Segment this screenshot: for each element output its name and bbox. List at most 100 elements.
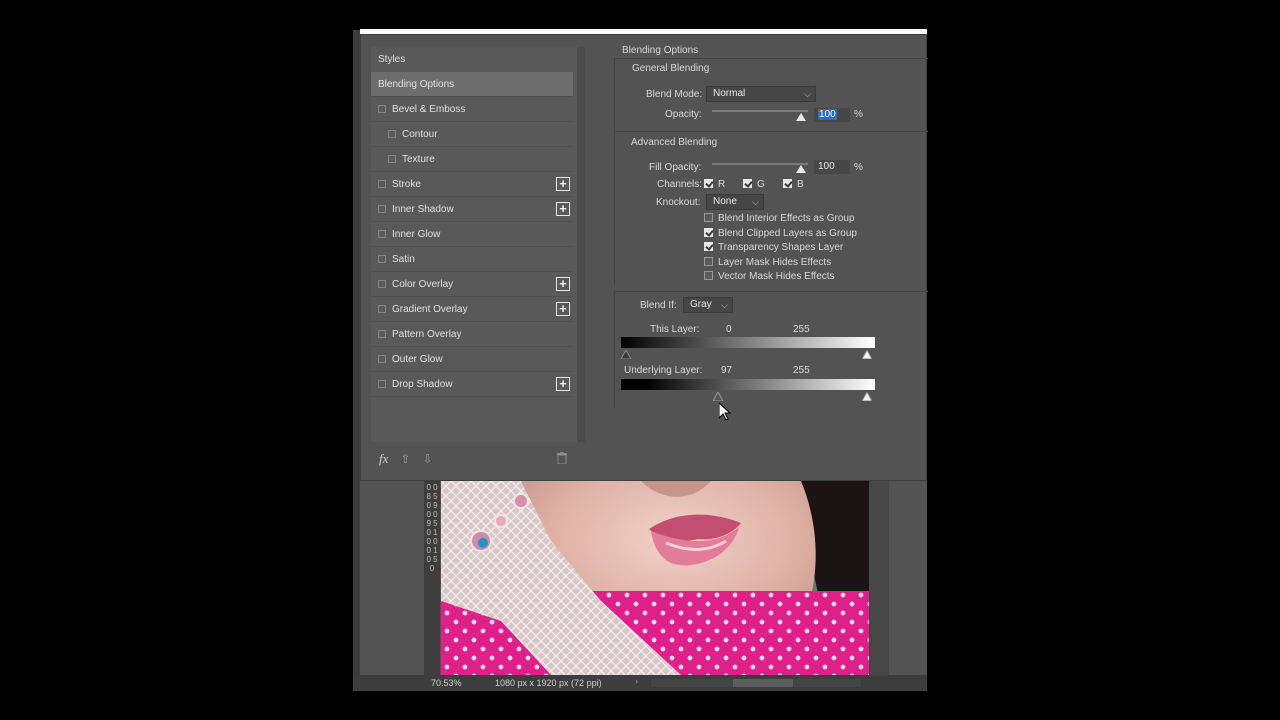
blend-if-value: Gray: [690, 299, 712, 310]
document-info: 1080 px x 1920 px (72 ppi): [495, 678, 602, 688]
channel-g-checkbox[interactable]: [743, 179, 752, 188]
style-checkbox[interactable]: [388, 155, 396, 163]
channel-b-checkbox[interactable]: [783, 179, 792, 188]
channels-label: Channels:: [657, 179, 703, 190]
vertical-ruler: 0 0 8 5 0 9 0 0 9 5 0 1 0 0 0 1 0 5 0: [424, 481, 440, 675]
knockout-select[interactable]: None ⌵: [706, 194, 764, 210]
photoshop-window: Styles Blending Options Bevel & Emboss Co…: [353, 0, 928, 691]
style-item-label: Bevel & Emboss: [392, 103, 466, 115]
style-checkbox[interactable]: [378, 205, 386, 213]
option-checkbox[interactable]: [704, 242, 713, 251]
add-icon[interactable]: +: [556, 177, 570, 191]
this-layer-low-thumb[interactable]: [620, 348, 632, 360]
status-bar: 70.53% 1080 px x 1920 px (72 ppi) ›: [353, 675, 927, 691]
channel-g-label: G: [757, 179, 765, 190]
fill-opacity-unit: %: [854, 162, 863, 173]
document-canvas[interactable]: 0 0 8 5 0 9 0 0 9 5 0 1 0 0 0 1 0 5 0: [360, 481, 927, 675]
style-checkbox[interactable]: [378, 355, 386, 363]
style-item-outer-glow[interactable]: Outer Glow: [371, 347, 573, 372]
option-label: Vector Mask Hides Effects: [718, 271, 835, 282]
blend-mode-value: Normal: [713, 88, 746, 99]
option-checkbox[interactable]: [704, 271, 713, 280]
fill-opacity-slider-thumb[interactable]: [796, 165, 806, 173]
style-checkbox[interactable]: [378, 230, 386, 238]
style-item-label: Texture: [402, 153, 435, 165]
blend-mode-select[interactable]: Normal ⌵: [706, 86, 816, 102]
style-item-contour[interactable]: Contour: [371, 122, 573, 147]
general-blending-title: General Blending: [632, 63, 710, 74]
option-checkbox[interactable]: [704, 227, 713, 237]
this-layer-gradient[interactable]: [621, 337, 875, 348]
add-icon[interactable]: +: [556, 377, 570, 391]
move-down-icon[interactable]: ⇩: [422, 452, 432, 466]
blending-options-panel: Blending Options General Blending Blend …: [606, 43, 928, 471]
style-checkbox[interactable]: [388, 130, 396, 138]
style-item-drop-shadow[interactable]: Drop Shadow +: [371, 372, 573, 397]
move-up-icon[interactable]: ⇧: [400, 452, 410, 466]
option-label: Blend Interior Effects as Group: [718, 213, 855, 224]
opacity-input[interactable]: 100: [814, 108, 850, 122]
option-checkbox[interactable]: [704, 213, 713, 222]
style-item-bevel-emboss[interactable]: Bevel & Emboss: [371, 97, 573, 122]
this-layer-high-thumb[interactable]: [861, 348, 873, 360]
fill-opacity-input[interactable]: 100: [814, 160, 850, 174]
underlying-layer-low-thumb[interactable]: [712, 390, 724, 402]
opacity-slider-thumb[interactable]: [796, 113, 806, 121]
underlying-layer-gradient[interactable]: [621, 379, 875, 390]
this-layer-low-value: 0: [726, 324, 732, 335]
channel-b-label: B: [797, 179, 804, 190]
style-item-inner-shadow[interactable]: Inner Shadow +: [371, 197, 573, 222]
add-icon[interactable]: +: [556, 302, 570, 316]
style-item-stroke[interactable]: Stroke +: [371, 172, 573, 197]
advanced-blending-title: Advanced Blending: [631, 137, 718, 148]
style-item-inner-glow[interactable]: Inner Glow: [371, 222, 573, 247]
blend-if-select[interactable]: Gray ⌵: [683, 297, 733, 313]
channel-r-checkbox[interactable]: [704, 179, 713, 188]
add-icon[interactable]: +: [556, 277, 570, 291]
zoom-level[interactable]: 70.53%: [431, 678, 462, 688]
style-item-blending-options[interactable]: Blending Options: [371, 72, 573, 97]
style-item-label: Inner Shadow: [392, 203, 454, 215]
style-checkbox[interactable]: [378, 180, 386, 188]
portrait-photo[interactable]: [441, 481, 869, 675]
style-checkbox[interactable]: [378, 280, 386, 288]
mouse-cursor-icon: [718, 401, 732, 424]
horizontal-scrollbar[interactable]: [651, 679, 861, 687]
style-item-satin[interactable]: Satin: [371, 247, 573, 272]
style-item-color-overlay[interactable]: Color Overlay +: [371, 272, 573, 297]
fill-opacity-slider[interactable]: [712, 163, 808, 165]
style-item-texture[interactable]: Texture: [371, 147, 573, 172]
styles-header[interactable]: Styles: [371, 47, 573, 72]
style-checkbox[interactable]: [378, 305, 386, 313]
option-label: Layer Mask Hides Effects: [718, 256, 832, 268]
style-checkbox[interactable]: [378, 105, 386, 113]
style-checkbox[interactable]: [378, 330, 386, 338]
this-layer-label: This Layer:: [650, 324, 700, 335]
underlying-layer-high-thumb[interactable]: [861, 390, 873, 402]
option-label: Blend Clipped Layers as Group: [718, 227, 857, 239]
style-checkbox[interactable]: [378, 255, 386, 263]
option-label: Transparency Shapes Layer: [718, 242, 844, 253]
opacity-label: Opacity:: [665, 109, 702, 120]
chevron-down-icon: ⌵: [721, 300, 728, 310]
opacity-slider[interactable]: [712, 110, 808, 112]
style-item-label: Gradient Overlay: [392, 303, 468, 315]
style-item-label: Contour: [402, 128, 438, 140]
this-layer-high-value: 255: [793, 324, 810, 335]
knockout-value: None: [713, 196, 737, 207]
style-item-pattern-overlay[interactable]: Pattern Overlay: [371, 322, 573, 347]
style-checkbox[interactable]: [378, 380, 386, 388]
fx-icon[interactable]: fx: [379, 451, 388, 467]
trash-icon[interactable]: [556, 451, 567, 467]
option-checkbox[interactable]: [704, 256, 713, 266]
add-icon[interactable]: +: [556, 202, 570, 216]
style-item-label: Color Overlay: [392, 278, 454, 290]
vertical-scrollbar[interactable]: [869, 481, 889, 675]
blending-options-title: Blending Options: [622, 45, 699, 56]
knockout-label: Knockout:: [656, 197, 701, 208]
style-item-gradient-overlay[interactable]: Gradient Overlay +: [371, 297, 573, 322]
styles-scrollbar[interactable]: [577, 47, 585, 442]
status-menu-arrow-icon[interactable]: ›: [635, 676, 638, 686]
horizontal-scrollbar-thumb[interactable]: [733, 679, 793, 687]
underlying-layer-label: Underlying Layer:: [624, 365, 703, 376]
